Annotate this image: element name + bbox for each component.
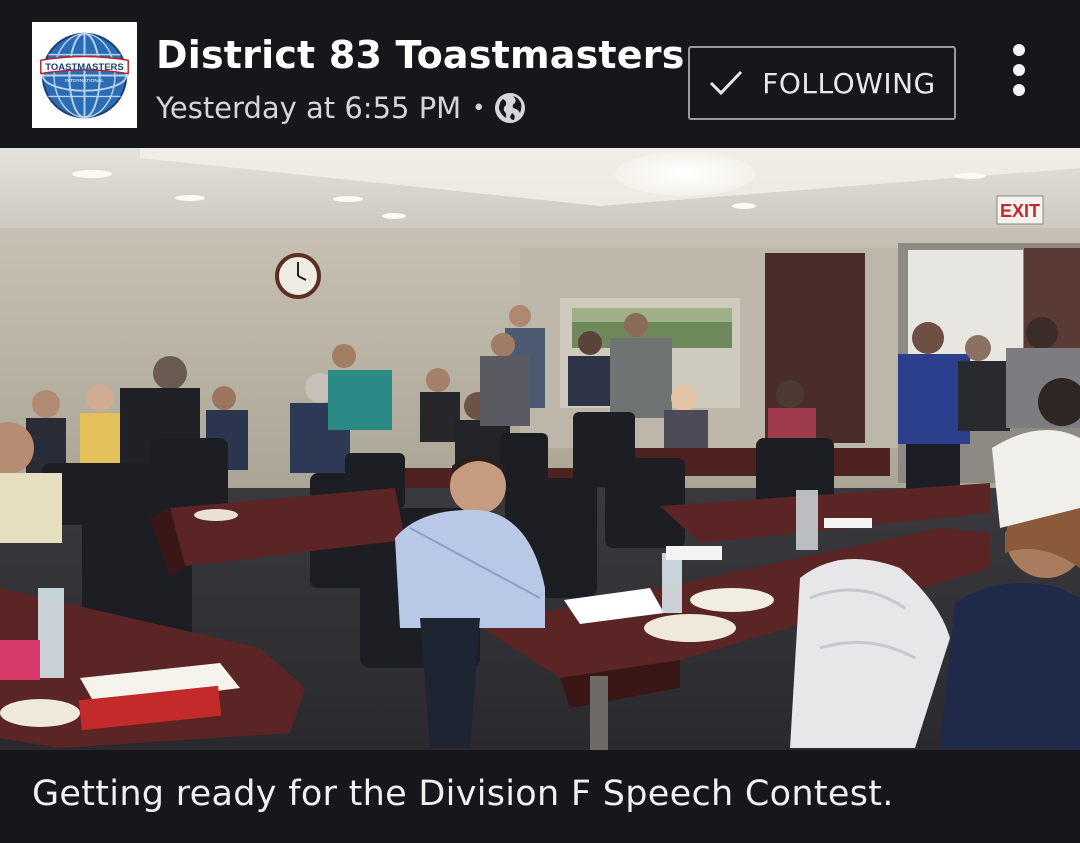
exit-sign-text: EXIT — [1000, 201, 1040, 221]
page-name-link[interactable]: District 83 Toastmasters — [156, 32, 685, 78]
more-dot — [1013, 84, 1025, 96]
post-viewer: TOASTMASTERS INTERNATIONAL District 83 T… — [0, 0, 1080, 843]
post-timestamp[interactable]: Yesterday at 6:55 PM — [156, 91, 461, 125]
meta-separator: • — [472, 95, 486, 121]
logo-top-text: TOASTMASTERS — [45, 61, 123, 72]
globe-icon — [495, 93, 526, 123]
meeting-room-photo: EXIT — [0, 148, 1080, 750]
more-vertical-icon[interactable] — [996, 38, 1042, 102]
check-icon — [710, 70, 743, 96]
post-header: TOASTMASTERS INTERNATIONAL District 83 T… — [0, 0, 1080, 148]
post-caption: Getting ready for the Division F Speech … — [32, 774, 894, 814]
post-photo[interactable]: EXIT — [0, 148, 1080, 750]
following-button[interactable]: FOLLOWING — [688, 46, 956, 120]
more-dot — [1013, 64, 1025, 76]
post-meta: Yesterday at 6:55 PM • — [156, 88, 526, 128]
toastmasters-logo-icon: TOASTMASTERS INTERNATIONAL — [40, 32, 129, 118]
more-dot — [1013, 44, 1025, 56]
following-button-label: FOLLOWING — [762, 66, 936, 100]
logo-bottom-text: INTERNATIONAL — [65, 78, 104, 84]
page-avatar[interactable]: TOASTMASTERS INTERNATIONAL — [32, 22, 137, 128]
caption-bar: Getting ready for the Division F Speech … — [0, 750, 1080, 843]
